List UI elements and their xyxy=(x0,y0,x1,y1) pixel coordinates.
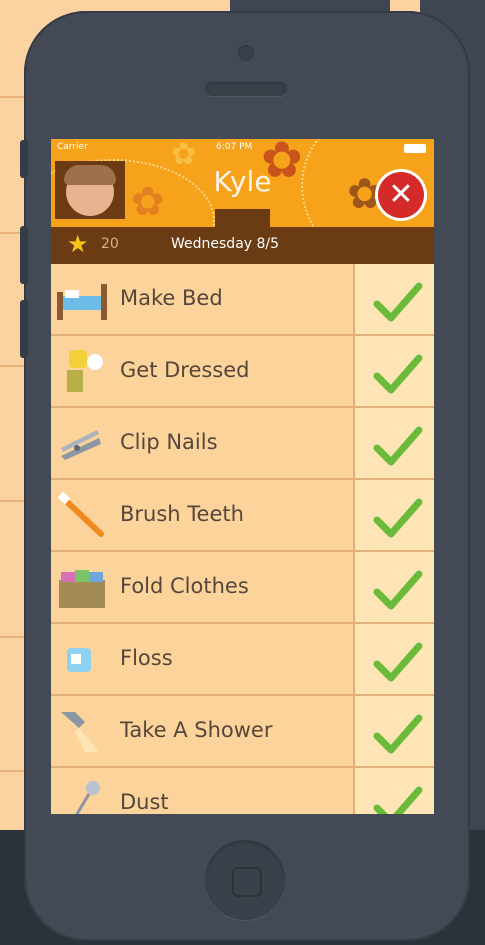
floss-icon xyxy=(67,648,91,672)
app-screen: ✿ ✿ ✿ ✿ Carrier 6:07 PM Kyle ✕ ★ 20 Wedn… xyxy=(51,139,434,814)
chore-label: Dust xyxy=(120,790,169,814)
checkmark-icon[interactable] xyxy=(371,634,425,688)
battery-icon xyxy=(404,144,426,153)
chore-row[interactable]: Dust xyxy=(51,768,434,814)
checkmark-icon[interactable] xyxy=(371,778,425,814)
star-icon: ★ xyxy=(67,230,89,258)
chore-row[interactable]: Clip Nails xyxy=(51,408,434,480)
chore-label: Clip Nails xyxy=(120,430,218,454)
close-button[interactable]: ✕ xyxy=(378,172,424,218)
chore-row[interactable]: Floss xyxy=(51,624,434,696)
checkmark-icon[interactable] xyxy=(371,346,425,400)
chore-row[interactable]: Brush Teeth xyxy=(51,480,434,552)
front-camera xyxy=(238,45,254,61)
chore-row[interactable]: Fold Clothes xyxy=(51,552,434,624)
earpiece-speaker xyxy=(205,82,287,96)
kid-name: Kyle xyxy=(213,165,272,198)
checkmark-icon[interactable] xyxy=(371,562,425,616)
shower-icon xyxy=(61,712,99,752)
toothbrush-icon xyxy=(57,491,104,537)
nail-clipper-icon xyxy=(61,430,101,460)
points-count: 20 xyxy=(101,236,119,252)
chore-row[interactable]: Take A Shower xyxy=(51,696,434,768)
home-square-icon xyxy=(232,867,262,897)
clothes-icon xyxy=(67,350,103,392)
laundry-basket-icon xyxy=(59,570,105,608)
checkmark-icon[interactable] xyxy=(371,274,425,328)
chore-label: Get Dressed xyxy=(120,358,250,382)
checkmark-icon[interactable] xyxy=(371,418,425,472)
chore-label: Fold Clothes xyxy=(120,574,249,598)
current-date: Wednesday 8/5 xyxy=(171,236,280,252)
status-time: 6:07 PM xyxy=(216,142,253,152)
close-icon: ✕ xyxy=(388,177,414,212)
chore-label: Floss xyxy=(120,646,173,670)
volume-down-button xyxy=(20,300,28,358)
profile-header: ✿ ✿ ✿ ✿ Carrier 6:07 PM Kyle ✕ xyxy=(51,139,434,227)
chore-row[interactable]: Get Dressed xyxy=(51,336,434,408)
chore-label: Brush Teeth xyxy=(120,502,244,526)
mute-switch xyxy=(20,140,28,178)
summary-bar: ★ 20 Wednesday 8/5 xyxy=(51,227,434,264)
carrier-label: Carrier xyxy=(57,142,88,152)
chore-label: Take A Shower xyxy=(120,718,273,742)
chore-row[interactable]: Make Bed xyxy=(51,264,434,336)
duster-icon xyxy=(75,781,100,814)
checkmark-icon[interactable] xyxy=(371,490,425,544)
status-bar: Carrier 6:07 PM xyxy=(51,141,434,157)
checkmark-icon[interactable] xyxy=(371,706,425,760)
volume-up-button xyxy=(20,226,28,284)
header-tab xyxy=(215,209,270,227)
chore-label: Make Bed xyxy=(120,286,223,310)
bed-icon xyxy=(57,284,107,320)
